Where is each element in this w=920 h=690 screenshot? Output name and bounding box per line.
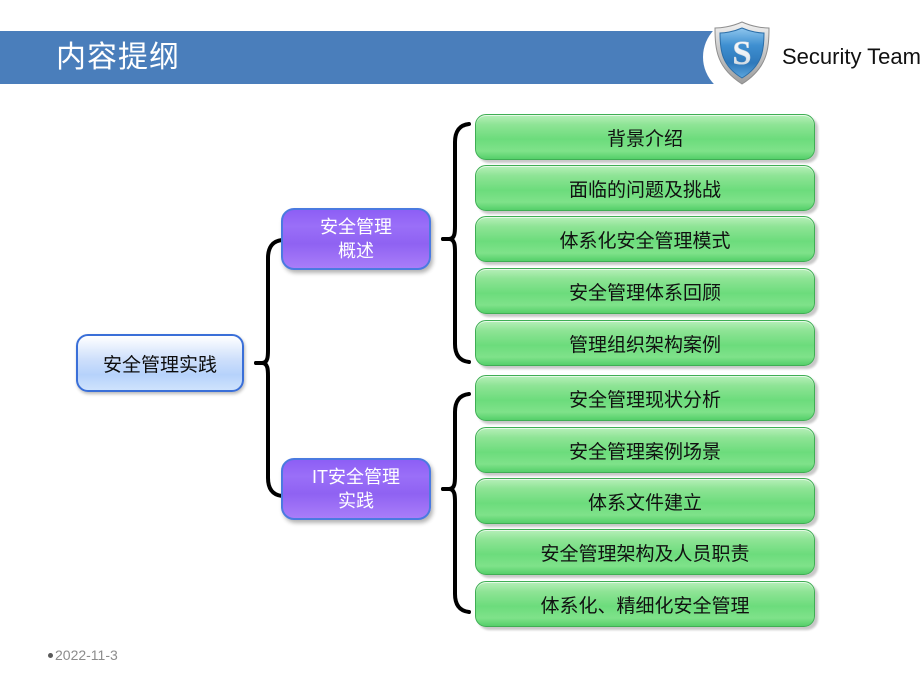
node-leaf-systematic-refined-management[interactable]: 体系化、精细化安全管理 — [475, 581, 815, 627]
node-leaf-label: 体系化、精细化安全管理 — [540, 595, 750, 617]
node-leaf-case-scenario[interactable]: 安全管理案例场景 — [475, 427, 815, 473]
node-leaf-label: 安全管理体系回顾 — [568, 282, 721, 304]
footer-date-text: 2022-11-3 — [55, 647, 118, 663]
node-leaf-structure-responsibility[interactable]: 安全管理架构及人员职责 — [475, 529, 815, 575]
node-branch-label: IT安全管理 实践 — [312, 467, 400, 511]
node-branch-security-management-overview[interactable]: 安全管理 概述 — [281, 208, 431, 270]
node-leaf-systematic-model[interactable]: 体系化安全管理模式 — [475, 216, 815, 262]
node-root-label: 安全管理实践 — [102, 354, 217, 376]
content-outline-diagram: 安全管理实践 安全管理 概述 IT安全管理 实践 背景介绍 面临的问题及挑战 体… — [0, 0, 920, 690]
node-leaf-label: 管理组织架构案例 — [568, 334, 721, 356]
node-leaf-label: 背景介绍 — [606, 128, 683, 150]
node-root[interactable]: 安全管理实践 — [76, 334, 244, 392]
node-leaf-label: 面临的问题及挑战 — [568, 179, 721, 201]
node-leaf-label: 安全管理案例场景 — [568, 441, 721, 463]
node-leaf-label: 安全管理现状分析 — [568, 389, 721, 411]
node-leaf-status-analysis[interactable]: 安全管理现状分析 — [475, 375, 815, 421]
node-leaf-label: 体系化安全管理模式 — [559, 230, 731, 252]
node-leaf-problems-challenges[interactable]: 面临的问题及挑战 — [475, 165, 815, 211]
node-leaf-system-review[interactable]: 安全管理体系回顾 — [475, 268, 815, 314]
node-leaf-document-establish[interactable]: 体系文件建立 — [475, 478, 815, 524]
node-leaf-background-intro[interactable]: 背景介绍 — [475, 114, 815, 160]
node-branch-it-security-management-practice[interactable]: IT安全管理 实践 — [281, 458, 431, 520]
bullet-icon — [48, 652, 53, 658]
node-branch-label: 安全管理 概述 — [320, 217, 392, 261]
node-leaf-label: 安全管理架构及人员职责 — [540, 543, 750, 565]
node-leaf-label: 体系文件建立 — [587, 492, 702, 514]
footer-date: 2022-11-3 — [48, 645, 118, 665]
node-leaf-org-structure-case[interactable]: 管理组织架构案例 — [475, 320, 815, 366]
